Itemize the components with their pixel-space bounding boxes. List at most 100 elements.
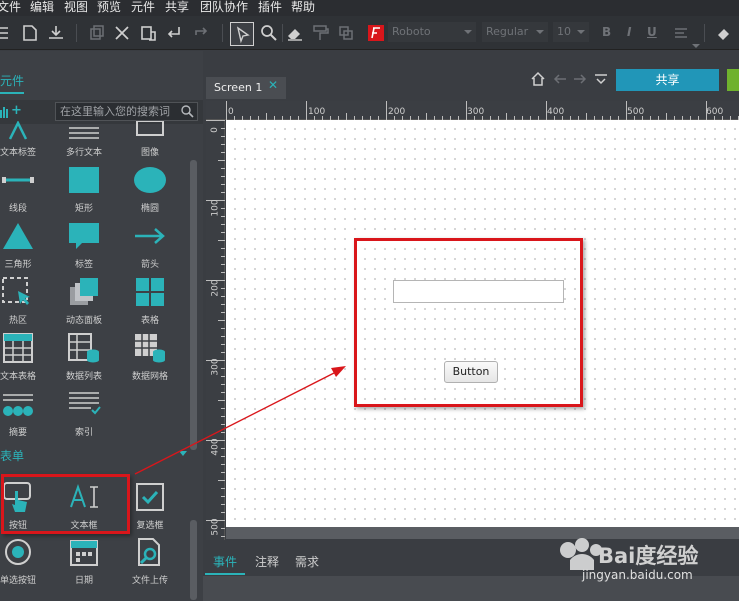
eraser-icon[interactable] xyxy=(285,23,305,43)
chevron-down-icon[interactable] xyxy=(692,44,700,48)
chevron-down-icon[interactable] xyxy=(179,451,187,456)
select-tool-icon[interactable] xyxy=(230,22,254,46)
widget-dynamic-panel[interactable]: 动态面板 xyxy=(54,275,114,327)
widget-label: 摘要 xyxy=(8,428,27,438)
arrow-icon xyxy=(120,219,180,253)
bold-button[interactable]: B xyxy=(602,22,611,42)
widgets-scrollbar[interactable] xyxy=(190,160,197,450)
font-icon xyxy=(368,25,384,41)
ellipse-icon xyxy=(120,163,180,197)
widget-callout[interactable]: 标签 xyxy=(54,219,114,271)
line-icon xyxy=(0,163,48,197)
forward-arrow-icon[interactable] xyxy=(572,71,588,87)
widget-text-table[interactable]: 文本表格 xyxy=(0,331,48,383)
data-list-icon xyxy=(54,331,114,365)
widget-data-list[interactable]: 数据列表 xyxy=(54,331,114,383)
text-table-icon xyxy=(0,331,48,365)
chevron-down-icon xyxy=(536,30,544,34)
copy-icon[interactable] xyxy=(87,23,107,43)
widget-label: 数据列表 xyxy=(65,372,102,382)
align-icon[interactable] xyxy=(672,23,692,43)
toolbar-divider xyxy=(704,24,705,42)
widget-file-upload[interactable]: 文件上传 xyxy=(120,535,180,587)
home-icon[interactable] xyxy=(530,71,546,87)
cut-icon[interactable] xyxy=(112,23,132,43)
widget-radio[interactable]: 单选按钮 xyxy=(0,535,48,587)
widget-arrow[interactable]: 箭头 xyxy=(120,219,180,271)
zoom-icon[interactable] xyxy=(259,23,279,43)
widget-rectangle[interactable]: 矩形 xyxy=(54,163,114,215)
widgets-scrollbar-lower[interactable] xyxy=(190,520,197,600)
font-family-select[interactable]: Roboto xyxy=(388,22,476,42)
ruler-label: 200 xyxy=(388,107,406,117)
menu-preview[interactable]: 预览 xyxy=(97,0,121,15)
highlight-box-canvas xyxy=(354,238,583,407)
format-painter-icon[interactable] xyxy=(311,23,331,43)
italic-button[interactable]: I xyxy=(627,22,631,42)
widget-label: 箭头 xyxy=(140,260,159,270)
paste-icon[interactable] xyxy=(138,23,158,43)
open-file-icon[interactable] xyxy=(20,23,40,43)
widget-table[interactable]: 表格 xyxy=(120,275,180,327)
widget-label: 文本表格 xyxy=(0,372,36,382)
toolbar-divider xyxy=(222,24,223,42)
widget-date[interactable]: 日期 xyxy=(54,535,114,587)
widget-text-label[interactable]: 文本标签 xyxy=(0,120,48,160)
tab-notes[interactable]: 注释 xyxy=(255,553,279,570)
widget-label: 单选按钮 xyxy=(0,576,36,586)
widget-label: 动态面板 xyxy=(65,316,102,326)
rectangle-icon xyxy=(54,163,114,197)
tab-events[interactable]: 事件 xyxy=(213,553,237,570)
style-icon[interactable] xyxy=(336,23,356,43)
font-style-select[interactable]: Regular xyxy=(482,22,548,42)
widget-ellipse[interactable]: 椭圆 xyxy=(120,163,180,215)
widget-stepper[interactable]: 摘要 xyxy=(0,387,48,439)
image-icon xyxy=(120,112,180,146)
widget-line[interactable]: 线段 xyxy=(0,163,48,215)
menu-file[interactable]: 文件 xyxy=(0,0,21,15)
menu-widgets[interactable]: 元件 xyxy=(131,0,155,15)
underline-button[interactable]: U xyxy=(647,22,657,42)
fill-color-icon[interactable] xyxy=(714,23,734,43)
widgets-panel-title[interactable]: 元件 xyxy=(0,72,24,89)
ruler-label: 500 xyxy=(210,518,221,536)
menu-share[interactable]: 共享 xyxy=(165,0,189,15)
widget-index[interactable]: 索引 xyxy=(54,387,114,439)
widget-label: 文件上传 xyxy=(131,576,168,586)
widget-paragraph[interactable]: 多行文本 xyxy=(54,120,114,160)
collapse-icon[interactable] xyxy=(593,71,609,87)
widget-label: 热区 xyxy=(8,316,27,326)
app-window: 文件 编辑 视图 预览 元件 共享 团队协作 插件 帮助 Roboto Regu… xyxy=(0,0,739,601)
share-button[interactable]: 共享 xyxy=(616,69,719,91)
ruler-label: 400 xyxy=(547,107,565,117)
search-icon[interactable] xyxy=(180,104,194,118)
menu-view[interactable]: 视图 xyxy=(64,0,88,15)
close-icon[interactable]: ✕ xyxy=(268,78,278,92)
ruler-label: 400 xyxy=(210,438,221,456)
back-arrow-icon[interactable] xyxy=(552,71,568,87)
redo-icon[interactable] xyxy=(191,23,211,43)
active-tab-indicator xyxy=(0,92,24,94)
table-icon xyxy=(120,275,180,309)
ruler-label: 300 xyxy=(467,107,485,117)
form-section-title[interactable]: 表单 xyxy=(0,447,24,464)
widget-data-grid[interactable]: 数据网格 xyxy=(120,331,180,383)
tab-requirements[interactable]: 需求 xyxy=(295,553,319,570)
menu-team[interactable]: 团队协作 xyxy=(200,0,248,15)
highlight-box-widgets xyxy=(1,474,130,534)
vertical-ruler-ticks xyxy=(206,120,225,537)
toolbar-divider xyxy=(76,24,77,42)
widget-label: 椭圆 xyxy=(140,204,159,214)
save-icon[interactable] xyxy=(46,23,66,43)
widget-triangle[interactable]: 三角形 xyxy=(0,219,48,271)
widget-hotspot[interactable]: 热区 xyxy=(0,275,48,327)
publish-button[interactable] xyxy=(727,69,739,91)
menu-help[interactable]: 帮助 xyxy=(291,0,315,15)
menu-edit[interactable]: 编辑 xyxy=(30,0,54,15)
menu-plugins[interactable]: 插件 xyxy=(258,0,282,15)
undo-icon[interactable] xyxy=(164,23,184,43)
new-icon[interactable] xyxy=(0,23,16,43)
widget-image[interactable]: 图像 xyxy=(120,120,180,160)
font-size-select[interactable]: 10 xyxy=(553,22,589,42)
chevron-down-icon xyxy=(464,30,472,34)
